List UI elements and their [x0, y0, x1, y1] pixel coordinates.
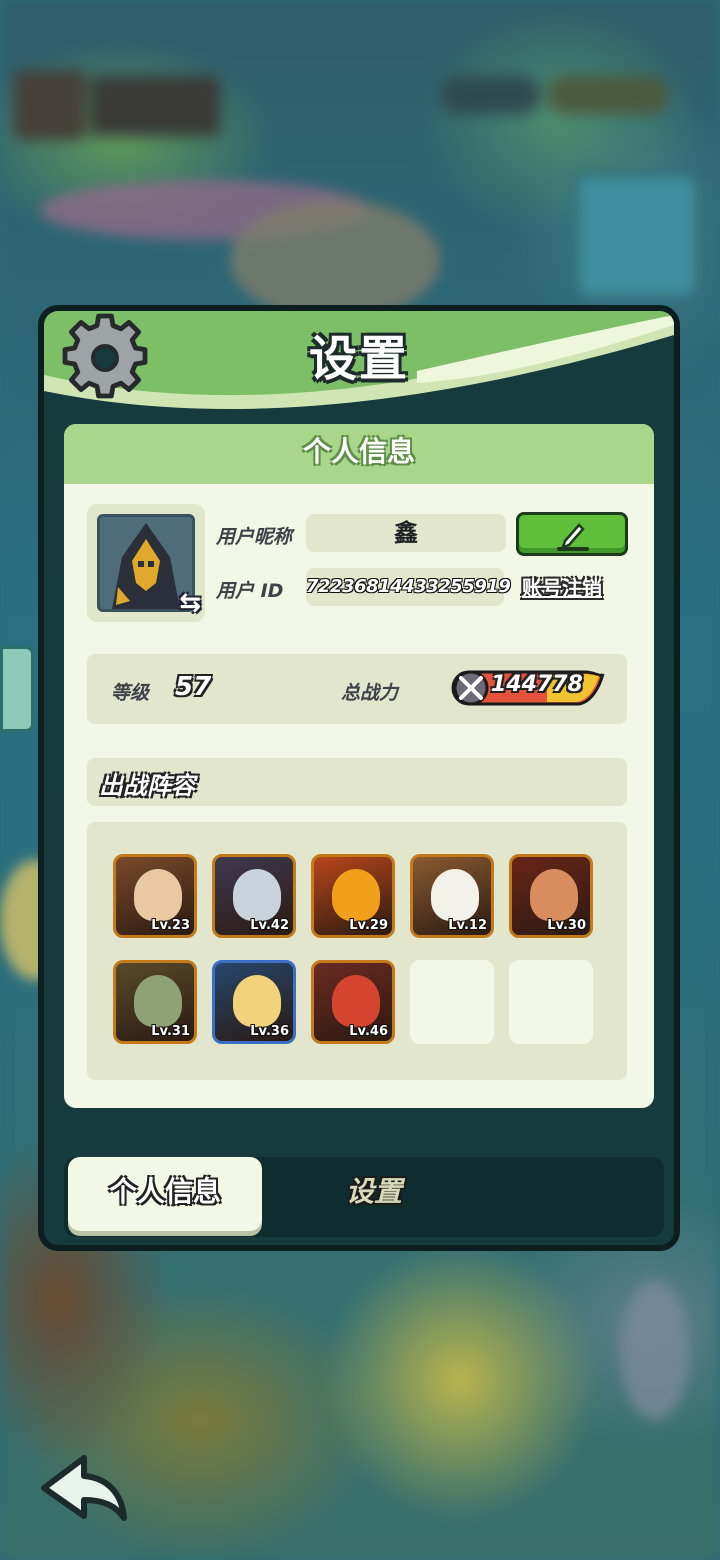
- lineup-grid: Lv.23 Lv.42 Lv.29 Lv.12 Lv.30 Lv.31 Lv.36 Lv.46: [87, 822, 627, 1080]
- power-label: 总战力: [341, 682, 399, 704]
- side-menu-tab[interactable]: [0, 646, 34, 732]
- dialog-title: 设置: [308, 331, 409, 387]
- hero-portrait: [134, 869, 182, 921]
- bottom-tab-bar: 个人信息 设置: [64, 1157, 664, 1237]
- swap-arrow-icon[interactable]: ⇆: [179, 588, 201, 618]
- hero-level: Lv.46: [349, 1024, 388, 1039]
- tab-profile[interactable]: 个人信息: [68, 1157, 262, 1231]
- cancel-account-link[interactable]: 账号注销: [522, 572, 602, 601]
- hero-slot[interactable]: Lv.12: [410, 854, 494, 938]
- hero-level: Lv.36: [250, 1024, 289, 1039]
- hero-slot[interactable]: Lv.30: [509, 854, 593, 938]
- avatar-frame[interactable]: ⇆: [87, 504, 205, 622]
- user-id-label: 用户 ID: [216, 580, 284, 602]
- level-value: 57: [175, 672, 212, 702]
- hero-portrait: [233, 975, 281, 1027]
- empty-hero-slot[interactable]: [509, 960, 593, 1044]
- hero-portrait: [431, 869, 479, 921]
- level-label: 等级: [111, 682, 150, 704]
- stats-bar: 等级 57 总战力 144778: [87, 654, 627, 724]
- hero-level: Lv.30: [547, 918, 586, 933]
- lineup-title: 出战阵容: [99, 772, 195, 800]
- user-id-value: 72236814433255919: [306, 568, 511, 606]
- hero-portrait: [134, 975, 182, 1027]
- dialog-header: 设置: [44, 311, 674, 411]
- hero-slot[interactable]: Lv.42: [212, 854, 296, 938]
- empty-hero-slot[interactable]: [410, 960, 494, 1044]
- edit-nickname-button[interactable]: [516, 512, 628, 556]
- hero-slot[interactable]: Lv.31: [113, 960, 197, 1044]
- hero-portrait: [233, 869, 281, 921]
- hero-level: Lv.31: [151, 1024, 190, 1039]
- power-value: 144778: [491, 672, 583, 697]
- section-title: 个人信息: [64, 424, 654, 484]
- hero-level: Lv.12: [448, 918, 487, 933]
- hero-slot[interactable]: Lv.23: [113, 854, 197, 938]
- hero-slot[interactable]: Lv.29: [311, 854, 395, 938]
- back-arrow-icon[interactable]: [38, 1452, 130, 1522]
- hero-slot[interactable]: Lv.46: [311, 960, 395, 1044]
- power-badge: 144778: [451, 668, 605, 708]
- edit-pencil-icon: [557, 523, 589, 551]
- lineup-header: 出战阵容: [87, 758, 627, 806]
- hero-portrait: [530, 869, 578, 921]
- hero-portrait: [332, 975, 380, 1027]
- nickname-label: 用户昵称: [216, 526, 293, 548]
- settings-dialog: 设置 个人信息 ⇆ 用户昵称 鑫 用户 ID 72236814433255919…: [38, 305, 680, 1251]
- hero-level: Lv.42: [250, 918, 289, 933]
- hero-portrait: [332, 869, 380, 921]
- hero-slot[interactable]: Lv.36: [212, 960, 296, 1044]
- tab-settings[interactable]: 设置: [294, 1157, 454, 1231]
- hero-level: Lv.23: [151, 918, 190, 933]
- hero-level: Lv.29: [349, 918, 388, 933]
- nickname-field: 鑫: [306, 514, 506, 552]
- profile-card: 个人信息 ⇆ 用户昵称 鑫 用户 ID 72236814433255919 账号…: [64, 424, 654, 1108]
